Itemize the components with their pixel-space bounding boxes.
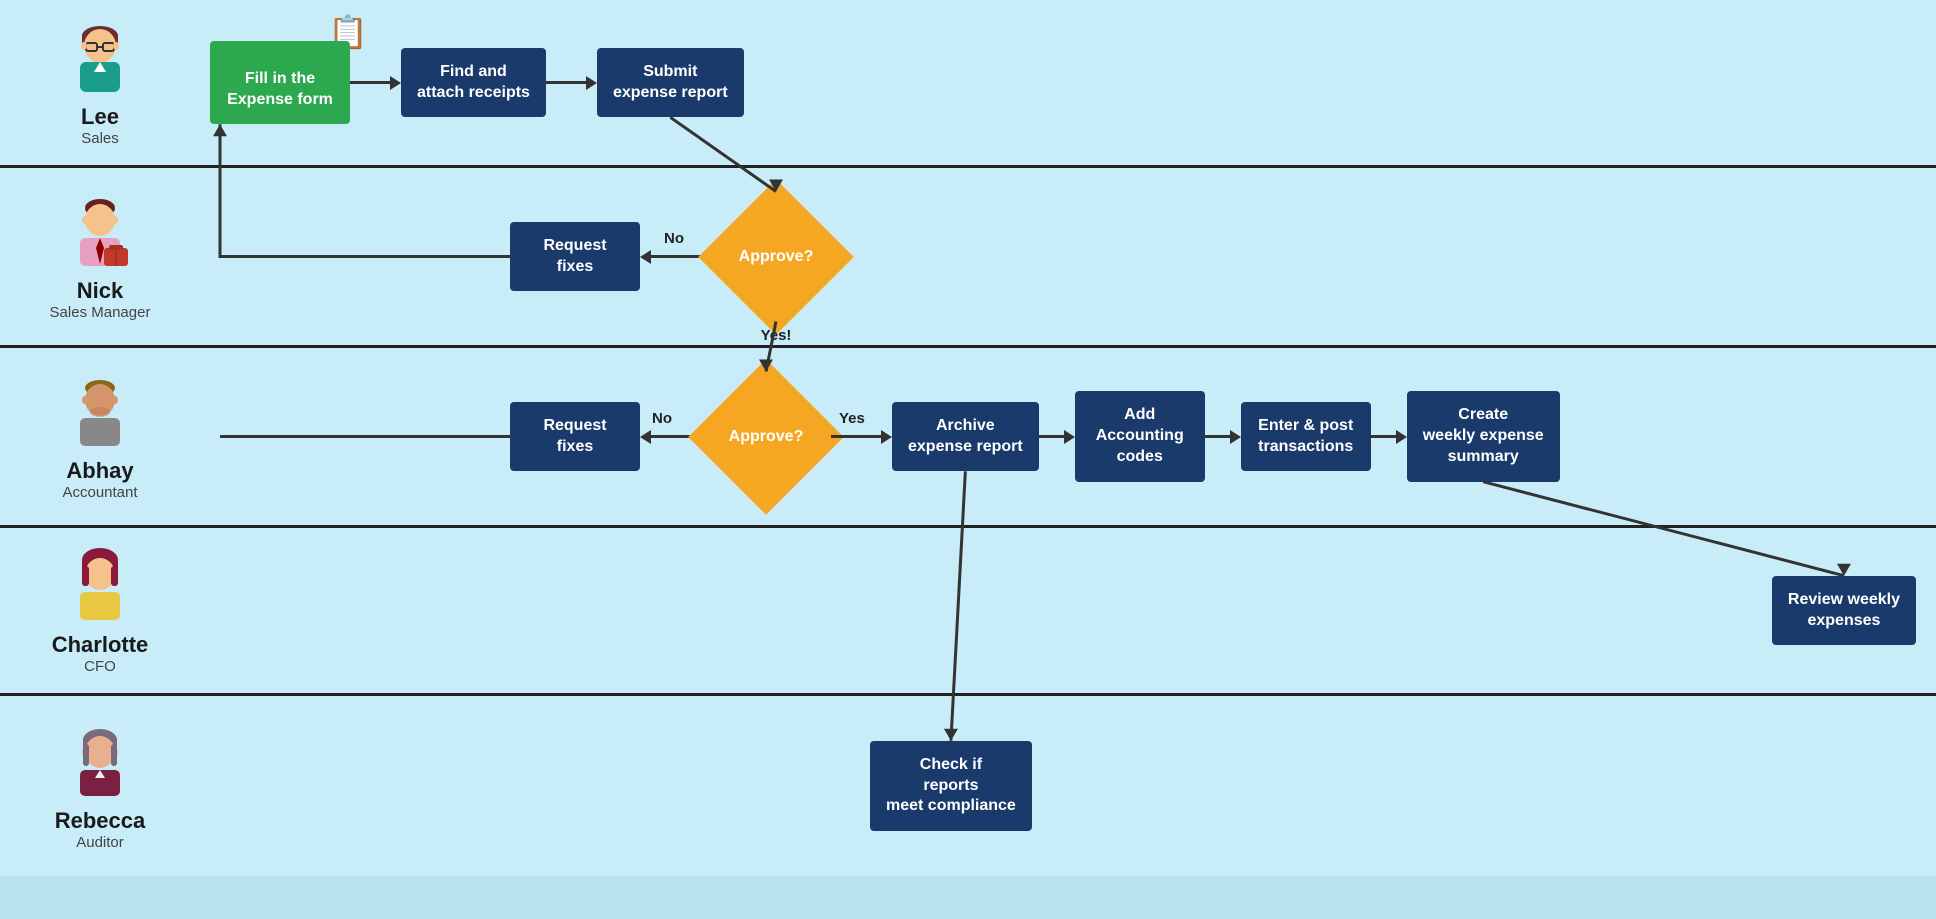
lane-nick: Nick Sales Manager Request fixes No <box>0 168 1936 348</box>
actor-lee-role: Sales <box>81 130 119 147</box>
lane-rebecca: Rebecca Auditor Check if reports meet co… <box>0 696 1936 876</box>
abhay-request-fixes-box: Request fixes <box>510 402 640 472</box>
review-weekly-box: Review weekly expenses <box>1772 576 1916 646</box>
actor-rebecca: Rebecca Auditor <box>0 704 200 869</box>
lane-lee-content: 📋 Fill in the Expense form Find and atta… <box>200 3 1936 163</box>
abhay-approve-diamond <box>688 359 844 515</box>
archive-report-box: Archive expense report <box>892 402 1039 472</box>
submit-report-box: Submit expense report <box>597 48 744 118</box>
avatar-charlotte <box>60 546 140 626</box>
nick-approve-diamond <box>698 179 854 335</box>
actor-rebecca-role: Auditor <box>76 834 124 851</box>
actor-nick: Nick Sales Manager <box>0 174 200 339</box>
fill-form-box: Fill in the Expense form <box>210 41 350 125</box>
actor-nick-name: Nick <box>77 278 123 304</box>
lane-rebecca-content: Check if reports meet compliance <box>200 706 1936 866</box>
no-label-abhay: No <box>652 410 672 427</box>
abhay-diamond-wrap: Approve? <box>701 372 831 502</box>
actor-lee: Lee Sales <box>0 0 200 165</box>
lane-charlotte: Charlotte CFO Review weekly expenses <box>0 528 1936 696</box>
actor-abhay-role: Accountant <box>62 484 137 501</box>
yes-label-nick: Yes! <box>761 327 792 344</box>
avatar-lee <box>60 18 140 98</box>
no-label-nick: No <box>664 230 684 247</box>
check-compliance-box: Check if reports meet compliance <box>870 741 1032 831</box>
actor-charlotte: Charlotte CFO <box>0 528 200 693</box>
enter-post-box: Enter & post transactions <box>1241 402 1371 472</box>
lane-charlotte-content: Review weekly expenses <box>200 531 1936 691</box>
actor-nick-role: Sales Manager <box>50 304 151 321</box>
attach-receipts-box: Find and attach receipts <box>401 48 546 118</box>
yes-label-abhay: Yes <box>839 410 865 427</box>
add-accounting-box: Add Accounting codes <box>1075 391 1205 481</box>
lane-lee: Lee Sales 📋 Fill in the Expense form Fin… <box>0 0 1936 168</box>
arrow-attach-to-submit <box>546 76 597 90</box>
avatar-nick <box>60 192 140 272</box>
nick-request-fixes-box: Request fixes <box>510 222 640 292</box>
actor-abhay: Abhay Accountant <box>0 354 200 519</box>
lane-abhay: Abhay Accountant Request fixes No Approv… <box>0 348 1936 528</box>
lane-abhay-content: Request fixes No Approve? Yes Archive ex… <box>200 352 1936 522</box>
actor-rebecca-name: Rebecca <box>55 808 146 834</box>
actor-abhay-name: Abhay <box>66 458 133 484</box>
create-summary-box: Create weekly expense summary <box>1407 391 1560 481</box>
actor-charlotte-role: CFO <box>84 658 116 675</box>
lee-flow: 📋 Fill in the Expense form Find and atta… <box>210 41 1926 125</box>
avatar-abhay <box>60 372 140 452</box>
actor-lee-name: Lee <box>81 104 119 130</box>
actor-charlotte-name: Charlotte <box>52 632 149 658</box>
avatar-rebecca <box>60 722 140 802</box>
nick-diamond-wrap: Approve? Yes! <box>711 192 841 322</box>
lane-nick-content: Request fixes No Approve? Yes! <box>200 172 1936 342</box>
arrow-fill-to-attach <box>350 76 401 90</box>
